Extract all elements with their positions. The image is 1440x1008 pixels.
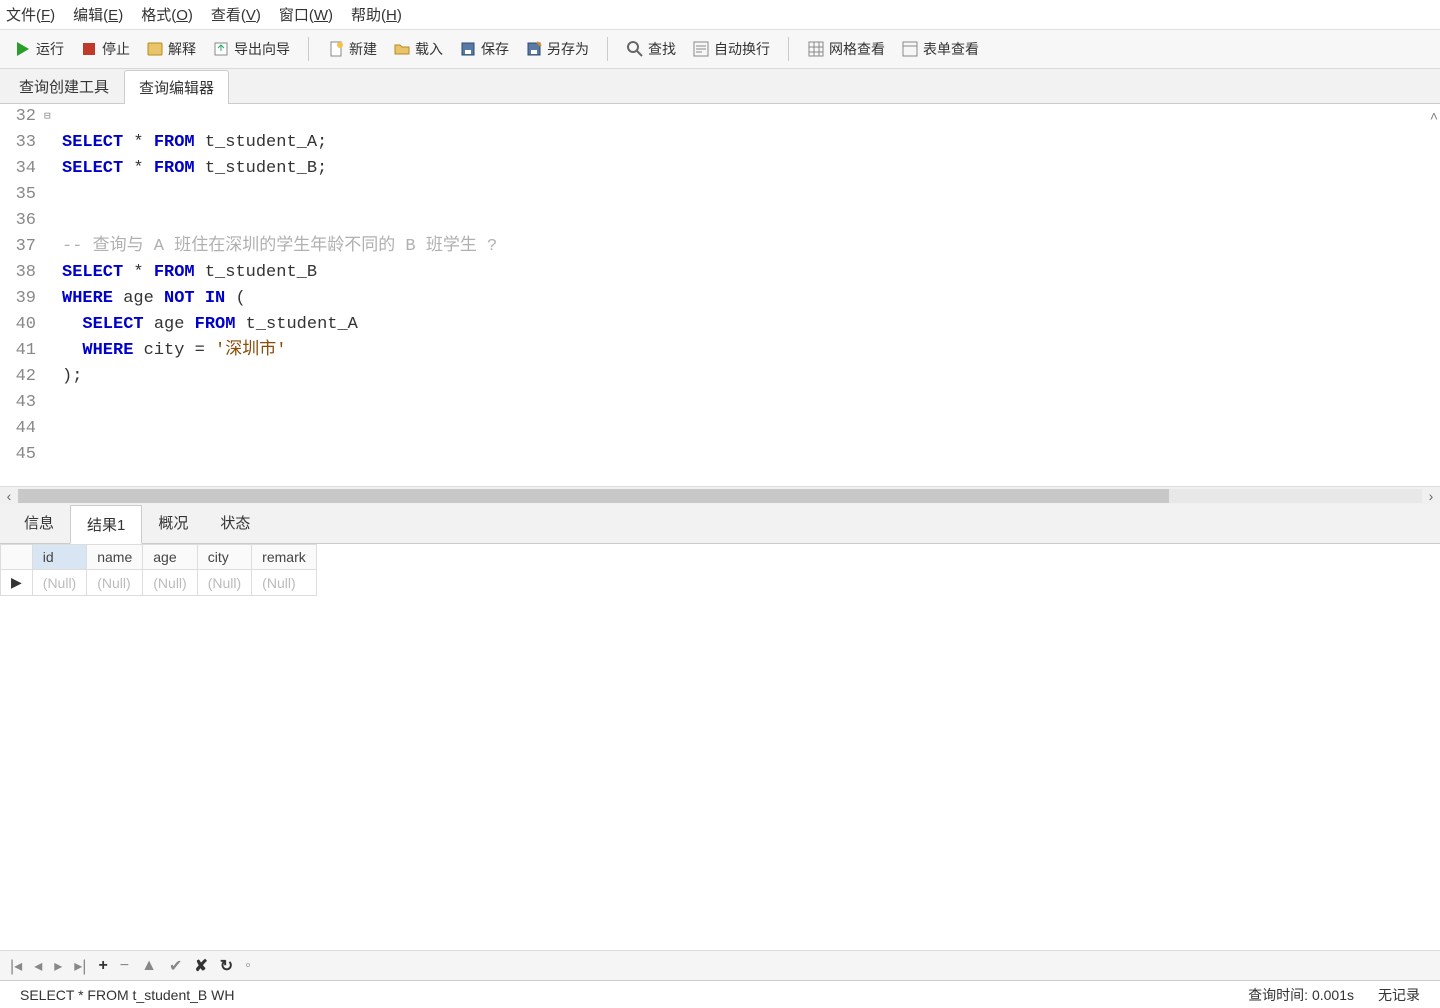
column-remark[interactable]: remark bbox=[252, 545, 317, 570]
status-query-time: 查询时间: 0.001s bbox=[1236, 985, 1366, 1005]
column-age[interactable]: age bbox=[143, 545, 197, 570]
horizontal-scrollbar[interactable]: ‹ › bbox=[0, 486, 1440, 504]
fold-gutter: ⊟ bbox=[44, 104, 58, 486]
save-as-button[interactable]: 另存为 bbox=[519, 36, 595, 62]
search-icon bbox=[626, 40, 644, 58]
save-label: 保存 bbox=[481, 39, 509, 59]
menu-o[interactable]: 格式(O) bbox=[141, 4, 193, 25]
nav-btn-8[interactable]: ✘ bbox=[194, 956, 207, 976]
play-icon bbox=[14, 40, 32, 58]
nav-btn-0[interactable]: |◂ bbox=[10, 956, 22, 976]
toolbar-separator bbox=[607, 37, 608, 61]
nav-btn-2[interactable]: ▸ bbox=[54, 956, 62, 976]
form-icon bbox=[901, 40, 919, 58]
save-icon bbox=[459, 40, 477, 58]
record-nav-toolbar: |◂ ◂ ▸ ▸| +−▲ ✔ ✘ ↻ ◦ bbox=[0, 950, 1440, 980]
result-header-row: idnameagecityremark bbox=[1, 545, 317, 570]
menu-h[interactable]: 帮助(H) bbox=[351, 4, 402, 25]
explain-icon bbox=[146, 40, 164, 58]
run-button[interactable]: 运行 bbox=[8, 36, 70, 62]
find-button[interactable]: 查找 bbox=[620, 36, 682, 62]
new-label: 新建 bbox=[349, 39, 377, 59]
nav-btn-9[interactable]: ↻ bbox=[220, 956, 233, 976]
column-id[interactable]: id bbox=[32, 545, 86, 570]
grid-view-button[interactable]: 网格查看 bbox=[801, 36, 891, 62]
scroll-left-icon[interactable]: ‹ bbox=[0, 488, 18, 504]
save-button[interactable]: 保存 bbox=[453, 36, 515, 62]
result-grid[interactable]: idnameagecityremark ▶(Null)(Null)(Null)(… bbox=[0, 544, 1440, 950]
toolbar-separator bbox=[308, 37, 309, 61]
result-tabstrip: 信息 结果1 概况 状态 bbox=[0, 504, 1440, 544]
status-record-count: 无记录 bbox=[1366, 985, 1432, 1005]
folder-open-icon bbox=[393, 40, 411, 58]
line-gutter: 3233343536373839404142434445 bbox=[0, 104, 44, 486]
load-button[interactable]: 载入 bbox=[387, 36, 449, 62]
wrap-icon bbox=[692, 40, 710, 58]
explain-button[interactable]: 解释 bbox=[140, 36, 202, 62]
statusbar: SELECT * FROM t_student_B WH 查询时间: 0.001… bbox=[0, 980, 1440, 1008]
toolbar-separator bbox=[788, 37, 789, 61]
nav-btn-5[interactable]: − bbox=[120, 957, 129, 975]
export-wizard-label: 导出向导 bbox=[234, 39, 290, 59]
export-icon bbox=[212, 40, 230, 58]
grid-icon bbox=[807, 40, 825, 58]
form-view-button[interactable]: 表单查看 bbox=[895, 36, 985, 62]
scrollbar-thumb[interactable] bbox=[18, 489, 1169, 503]
new-button[interactable]: 新建 bbox=[321, 36, 383, 62]
nav-btn-4[interactable]: + bbox=[98, 957, 107, 975]
nav-btn-6[interactable]: ▲ bbox=[141, 957, 157, 975]
table-row[interactable]: ▶(Null)(Null)(Null)(Null)(Null) bbox=[1, 570, 317, 596]
export-wizard-button[interactable]: 导出向导 bbox=[206, 36, 296, 62]
scroll-up-icon[interactable]: ˄ bbox=[1430, 108, 1438, 124]
scrollbar-track[interactable] bbox=[18, 489, 1422, 503]
save-as-label: 另存为 bbox=[547, 39, 589, 59]
scroll-right-icon[interactable]: › bbox=[1422, 488, 1440, 504]
find-label: 查找 bbox=[648, 39, 676, 59]
stop-button[interactable]: 停止 bbox=[74, 36, 136, 62]
nav-btn-3[interactable]: ▸| bbox=[74, 956, 86, 976]
menubar: 文件(F) 编辑(E) 格式(O) 查看(V) 窗口(W) 帮助(H) bbox=[0, 0, 1440, 30]
new-file-icon bbox=[327, 40, 345, 58]
stop-icon bbox=[80, 40, 98, 58]
menu-w[interactable]: 窗口(W) bbox=[279, 4, 333, 25]
column-name[interactable]: name bbox=[87, 545, 143, 570]
form-view-label: 表单查看 bbox=[923, 39, 979, 59]
main-toolbar: 运行 停止 解释 导出向导 新建 载入 保存 另存为 查找 自动换行 网格查看 bbox=[0, 30, 1440, 69]
tab-query-editor[interactable]: 查询编辑器 bbox=[124, 70, 229, 104]
nav-btn-1[interactable]: ◂ bbox=[34, 956, 42, 976]
explain-label: 解释 bbox=[168, 39, 196, 59]
tab-result1[interactable]: 结果1 bbox=[70, 505, 142, 544]
status-sql-preview: SELECT * FROM t_student_B WH bbox=[8, 987, 246, 1003]
autowrap-label: 自动换行 bbox=[714, 39, 770, 59]
autowrap-button[interactable]: 自动换行 bbox=[686, 36, 776, 62]
sql-editor[interactable]: ˄ 3233343536373839404142434445 ⊟ SELECT … bbox=[0, 104, 1440, 504]
column-city[interactable]: city bbox=[197, 545, 251, 570]
menu-f[interactable]: 文件(F) bbox=[6, 4, 55, 25]
result-table: idnameagecityremark ▶(Null)(Null)(Null)(… bbox=[0, 544, 317, 596]
tab-status[interactable]: 状态 bbox=[204, 504, 266, 543]
grid-view-label: 网格查看 bbox=[829, 39, 885, 59]
tab-profile[interactable]: 概况 bbox=[142, 504, 204, 543]
editor-tabstrip: 查询创建工具 查询编辑器 bbox=[0, 69, 1440, 104]
nav-btn-10[interactable]: ◦ bbox=[245, 957, 251, 975]
code-area[interactable]: SELECT * FROM t_student_A;SELECT * FROM … bbox=[58, 104, 1440, 486]
menu-e[interactable]: 编辑(E) bbox=[73, 4, 123, 25]
load-label: 载入 bbox=[415, 39, 443, 59]
run-label: 运行 bbox=[36, 39, 64, 59]
menu-v[interactable]: 查看(V) bbox=[211, 4, 261, 25]
nav-btn-7[interactable]: ✔ bbox=[169, 956, 182, 976]
tab-query-builder[interactable]: 查询创建工具 bbox=[4, 69, 124, 103]
tab-info[interactable]: 信息 bbox=[8, 504, 70, 543]
save-as-icon bbox=[525, 40, 543, 58]
stop-label: 停止 bbox=[102, 39, 130, 59]
